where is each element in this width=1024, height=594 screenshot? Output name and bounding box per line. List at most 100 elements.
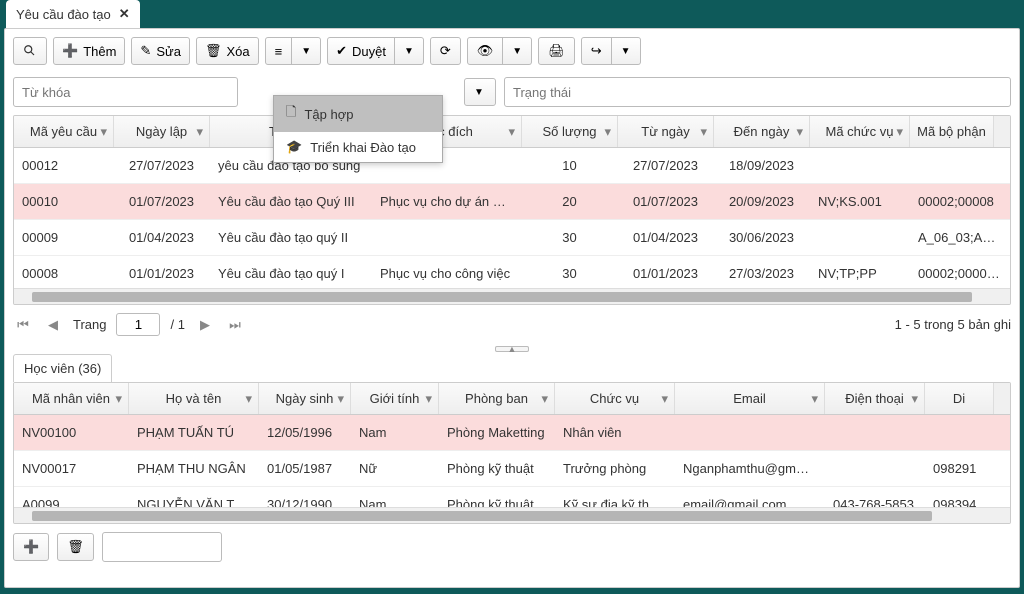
col-dob[interactable]: Ngày sinh▾ [259,383,351,414]
filter-icon[interactable]: ▾ [245,391,252,407]
approve-button[interactable]: ✔Duyệt [327,37,395,65]
cell-mobile: 098394 [925,487,1010,507]
cell-from: 01/04/2023 [618,220,714,255]
table-row[interactable]: 0001227/07/2023yêu cầu đào tạo bổ sung10… [14,148,1010,184]
col-from[interactable]: Từ ngày▾ [618,116,714,147]
col-date[interactable]: Ngày lập▾ [114,116,210,147]
add-row-button[interactable]: ➕ [13,533,49,561]
cell-mobile: 098291 [925,451,1010,486]
filter-icon[interactable]: ▾ [796,124,803,140]
col-name[interactable]: Họ và tên▾ [129,383,259,414]
cell-from: 27/07/2023 [618,148,714,183]
cell-email [675,415,825,450]
filter-icon[interactable]: ▾ [508,124,515,140]
cell-qty: 30 [522,256,618,288]
print-button[interactable]: 🖨 [538,37,575,65]
edit-button[interactable]: ✎Sửa [131,37,190,65]
cell-poscode [810,220,910,255]
page-prev[interactable]: ◀ [43,317,63,333]
file-icon: 🗋 [286,103,296,125]
pager: ⏮ ◀ Trang / 1 ▶ ⏭ 1 - 5 trong 5 bản ghi [5,305,1019,344]
table-row[interactable]: 0000801/01/2023Yêu cầu đào tạo quý IPhục… [14,256,1010,288]
close-icon[interactable]: ✕ [119,6,130,22]
cell-name: NGUYỄN VĂN THỊNH [129,487,259,507]
filter-icon[interactable]: ▾ [661,391,668,407]
page-first[interactable]: ⏮ [13,317,33,333]
splitter[interactable]: ▲ [13,346,1011,352]
horizontal-scrollbar[interactable] [14,288,1010,304]
filter-icon[interactable]: ▾ [196,124,203,140]
menu-item-taphop[interactable]: 🗋 Tập hợp [274,96,442,132]
col-mobile[interactable]: Di [925,383,994,414]
table-row[interactable]: 0000901/04/2023Yêu cầu đào tạo quý II300… [14,220,1010,256]
filter-icon[interactable]: ▾ [896,124,903,140]
delete-button[interactable]: 🗑Xóa [196,37,259,65]
list-button[interactable]: ≡ [265,37,293,65]
table-row[interactable]: NV00100PHẠM TUẤN TÚ12/05/1996NamPhòng Ma… [14,415,1010,451]
menu-item-label: Triển khai Đào tạo [310,140,416,155]
search-button[interactable] [13,37,47,65]
filter-icon[interactable]: ▾ [100,124,107,140]
cell-qty: 10 [522,148,618,183]
filter-icon[interactable]: ▾ [115,391,122,407]
col-deptcode[interactable]: Mã bộ phận [910,116,994,147]
approve-dropdown[interactable]: ▼ [395,37,424,65]
page-last[interactable]: ⏭ [225,317,245,333]
toolbar: ➕Thêm ✎Sửa 🗑Xóa ≡ ▼ ✔Duyệt ▼ ⟳ 👁 ▼ 🖨 ↪ ▼ [5,29,1019,73]
main-grid: Mã yêu cầu▾ Ngày lập▾ Tiêu đề Mục đích▾ … [13,115,1011,305]
filter-icon[interactable]: ▾ [700,124,707,140]
detail-grid: Mã nhân viên▾ Họ và tên▾ Ngày sinh▾ Giới… [13,382,1011,524]
page-summary: 1 - 5 trong 5 bản ghi [895,317,1011,332]
col-phone[interactable]: Điện thoại▾ [825,383,925,414]
page-next[interactable]: ▶ [195,317,215,333]
list-dropdown[interactable]: ▼ [292,37,321,65]
export-button[interactable]: ↪ [581,37,612,65]
page-input[interactable] [116,313,160,336]
cell-title: Yêu cầu đào tạo Quý III [210,184,372,219]
col-gender[interactable]: Giới tính▾ [351,383,439,414]
filter-icon[interactable]: ▾ [811,391,818,407]
keyword-input[interactable] [13,77,238,107]
cell-date: 27/07/2023 [114,148,210,183]
refresh-button[interactable]: ⟳ [430,37,461,65]
horizontal-scrollbar-2[interactable] [14,507,1010,523]
cell-dept: Phòng kỹ thuật [439,451,555,486]
page-label: Trang [73,317,106,332]
filter-icon[interactable]: ▾ [911,391,918,407]
cell-to: 18/09/2023 [714,148,810,183]
delete-row-button[interactable]: 🗑 [57,533,94,561]
footer-input[interactable] [102,532,222,562]
trash-icon: 🗑 [205,43,222,59]
col-to[interactable]: Đến ngày▾ [714,116,810,147]
filter-dropdown-1[interactable]: ▼ [464,78,496,106]
cell-empcode: A0099 [14,487,129,507]
cell-name: PHẠM THU NGÂN [129,451,259,486]
table-row[interactable]: A0099NGUYỄN VĂN THỊNH30/12/1990NamPhòng … [14,487,1010,507]
filter-icon[interactable]: ▾ [541,391,548,407]
table-row[interactable]: 0001001/07/2023Yêu cầu đào tạo Quý IIIPh… [14,184,1010,220]
col-dept[interactable]: Phòng ban▾ [439,383,555,414]
filter-icon[interactable]: ▾ [337,391,344,407]
cell-poscode: NV;TP;PP [810,256,910,288]
menu-item-trienkhai[interactable]: 🎓 Triển khai Đào tạo [274,132,442,162]
col-position[interactable]: Chức vụ▾ [555,383,675,414]
filter-icon[interactable]: ▾ [425,391,432,407]
status-input[interactable] [504,77,1011,107]
cell-name: PHẠM TUẤN TÚ [129,415,259,450]
col-poscode[interactable]: Mã chức vụ▾ [810,116,910,147]
export-dropdown[interactable]: ▼ [612,37,641,65]
col-empcode[interactable]: Mã nhân viên▾ [14,383,129,414]
col-code[interactable]: Mã yêu cầu▾ [14,116,114,147]
cell-position: Nhân viên [555,415,675,450]
add-button[interactable]: ➕Thêm [53,37,125,65]
cell-code: 00008 [14,256,114,288]
col-qty[interactable]: Số lượng▾ [522,116,618,147]
view-dropdown[interactable]: ▼ [503,37,532,65]
cell-code: 00009 [14,220,114,255]
view-button[interactable]: 👁 [467,37,504,65]
filter-icon[interactable]: ▾ [604,124,611,140]
app-tab[interactable]: Yêu cầu đào tạo ✕ [6,0,140,28]
tab-hocvien[interactable]: Học viên (36) [13,354,112,382]
table-row[interactable]: NV00017PHẠM THU NGÂN01/05/1987NữPhòng kỹ… [14,451,1010,487]
col-email[interactable]: Email▾ [675,383,825,414]
